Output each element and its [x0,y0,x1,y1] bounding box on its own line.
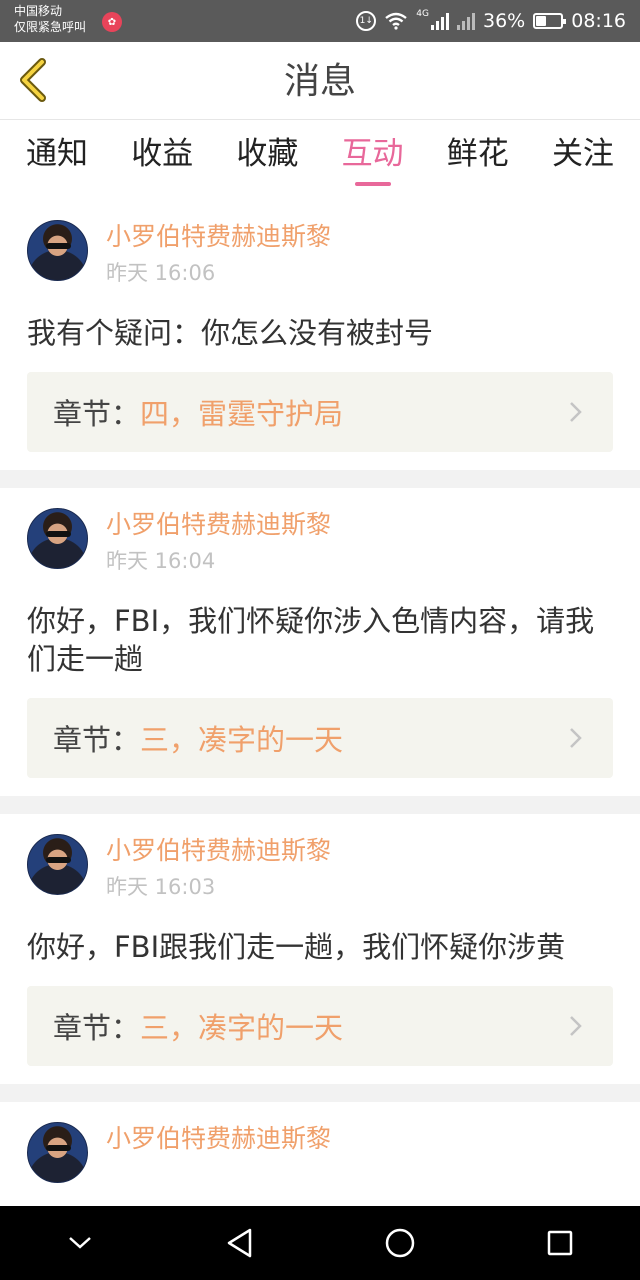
chapter-label: 章节： [53,397,141,431]
message-card: 小罗伯特费赫迪斯黎 昨天 16:04 你好，FBI，我们怀疑你涉入色情内容，请我… [0,488,640,796]
battery-fill [536,16,546,26]
signal-icon [431,12,449,30]
tab-interactions[interactable]: 互动 [342,120,404,200]
chapter-title: 四，雷霆守护局 [140,397,344,431]
message-list[interactable]: 小罗伯特费赫迪斯黎 昨天 16:06 我有个疑问：你怎么没有被封号 章节： 四，… [0,200,640,1206]
clock: 08:16 [571,10,626,32]
battery-icon [533,13,567,29]
data-saver-icon: 1↓ [356,11,377,31]
tab-earnings[interactable]: 收益 [131,120,193,200]
tab-following[interactable]: 关注 [552,120,614,200]
comment-text: 你好，FBI跟我们走一趟，我们怀疑你涉黄 [27,930,566,964]
avatar[interactable] [27,1122,88,1183]
nav-recents-icon [547,1230,573,1256]
nav-collapse-icon [69,1237,91,1249]
signal-secondary-icon [457,12,475,30]
timestamp: 昨天 16:06 [106,261,216,285]
avatar[interactable] [27,508,88,569]
nav-back-icon [227,1228,252,1258]
carrier-name: 中国移动 [14,4,63,18]
nav-home-button[interactable] [370,1213,430,1273]
user-name[interactable]: 小罗伯特费赫迪斯黎 [106,220,331,254]
timestamp: 昨天 16:04 [106,549,216,573]
chapter-link[interactable]: 章节： 四，雷霆守护局 [27,372,613,452]
chapter-title: 三，凑字的一天 [140,723,344,757]
network-type-label: 4G [416,9,429,19]
battery-percent: 36% [483,10,526,32]
chevron-right-icon [570,728,582,748]
system-nav-bar [0,1206,640,1280]
tab-bar: 通知 收益 收藏 互动 鲜花 关注 [0,120,640,200]
comment-text: 你好，FBI，我们怀疑你涉入色情内容，请我们走一趟 [27,604,595,676]
app-notification-icon: ✿ [102,12,122,32]
message-card: 小罗伯特费赫迪斯黎 昨天 16:06 我有个疑问：你怎么没有被封号 章节： 四，… [0,200,640,470]
chapter-label: 章节： [53,723,141,757]
nav-collapse-button[interactable] [50,1213,110,1273]
emergency-text: 仅限紧急呼叫 [14,20,87,34]
user-name[interactable]: 小罗伯特费赫迪斯黎 [106,508,331,542]
timestamp: 昨天 16:03 [106,875,216,899]
chevron-right-icon [570,1016,582,1036]
user-name[interactable]: 小罗伯特费赫迪斯黎 [106,834,331,868]
avatar[interactable] [27,220,88,281]
message-card: 小罗伯特费赫迪斯黎 [0,1102,640,1206]
tab-flowers[interactable]: 鲜花 [447,120,509,200]
avatar[interactable] [27,834,88,895]
header: 消息 [0,42,640,120]
wifi-icon [385,12,408,30]
comment-text: 我有个疑问：你怎么没有被封号 [27,316,434,350]
nav-back-button[interactable] [210,1213,270,1273]
carrier-info: 中国移动 仅限紧急呼叫 [14,3,86,35]
message-card: 小罗伯特费赫迪斯黎 昨天 16:03 你好，FBI跟我们走一趟，我们怀疑你涉黄 … [0,814,640,1084]
status-bar: 中国移动 仅限紧急呼叫 ✿ 1↓ 4G 36% 08:16 [0,0,640,42]
chapter-link[interactable]: 章节： 三，凑字的一天 [27,698,613,778]
chevron-right-icon [570,402,582,422]
nav-recents-button[interactable] [530,1213,590,1273]
tab-notifications[interactable]: 通知 [26,120,88,200]
chapter-link[interactable]: 章节： 三，凑字的一天 [27,986,613,1066]
chapter-title: 三，凑字的一天 [140,1011,344,1045]
status-icons: 1↓ 4G 36% 08:16 [356,0,626,42]
user-name[interactable]: 小罗伯特费赫迪斯黎 [106,1122,331,1156]
tab-favorites[interactable]: 收藏 [236,120,298,200]
page-title: 消息 [283,61,356,102]
chapter-label: 章节： [53,1011,141,1045]
nav-home-icon [385,1228,415,1258]
